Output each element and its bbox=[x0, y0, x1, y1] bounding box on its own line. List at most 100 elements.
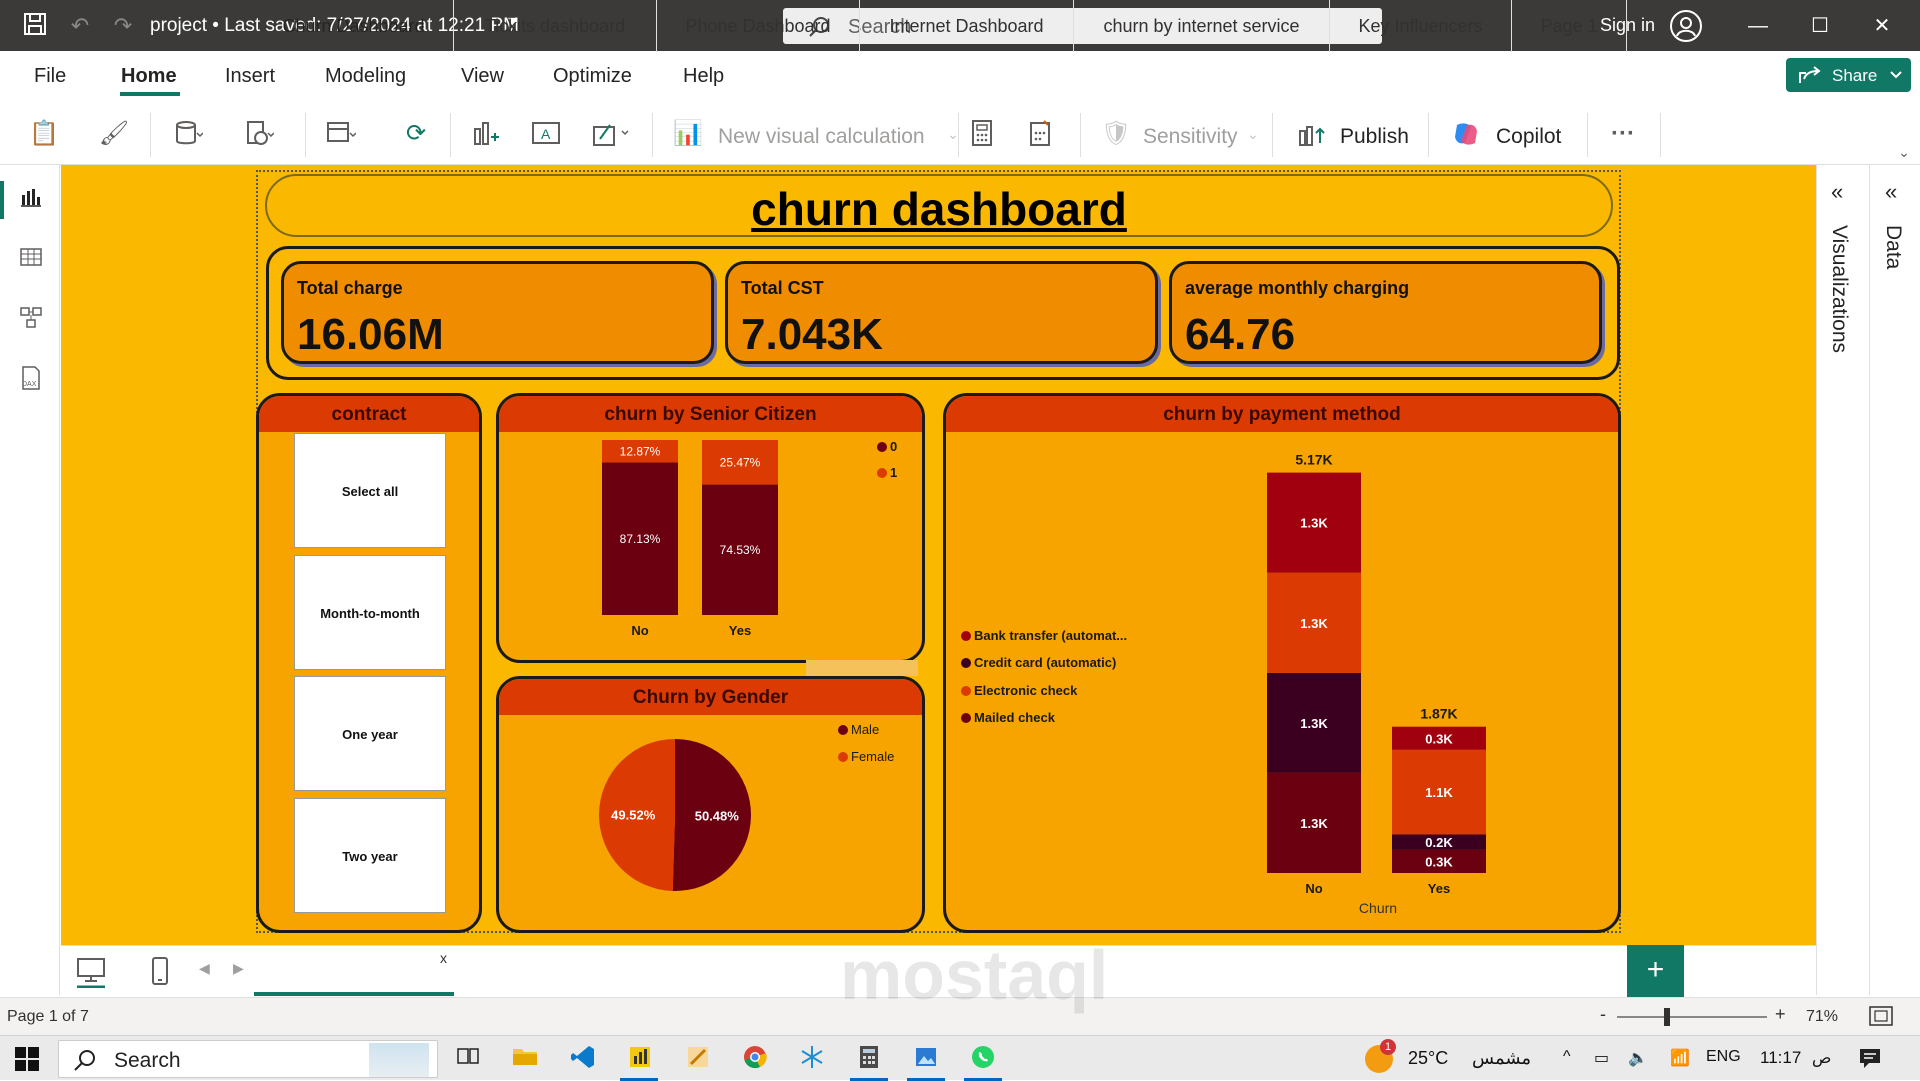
menu-file[interactable]: File bbox=[34, 65, 66, 88]
avatar-icon[interactable] bbox=[1670, 10, 1702, 42]
menu-help[interactable]: Help bbox=[683, 65, 724, 88]
publish-icon[interactable] bbox=[1295, 119, 1327, 149]
legend-item[interactable]: Mailed check bbox=[961, 710, 1055, 725]
copilot-button[interactable]: Copilot bbox=[1496, 125, 1561, 149]
app-icon[interactable] bbox=[683, 1044, 713, 1074]
menu-home[interactable]: Home bbox=[121, 65, 177, 88]
more-visuals-icon[interactable] bbox=[592, 119, 629, 149]
calculator-icon[interactable] bbox=[854, 1044, 884, 1074]
zoom-slider-track[interactable] bbox=[1617, 1016, 1767, 1018]
notifications-icon[interactable] bbox=[1858, 1047, 1882, 1074]
legend-item[interactable]: Male bbox=[838, 722, 879, 737]
close-tab-icon[interactable]: x bbox=[440, 950, 447, 966]
tab-phone-dashboard[interactable]: Phone Dashboard bbox=[657, 0, 860, 52]
data-pane-label[interactable]: Data bbox=[1881, 225, 1905, 269]
get-data-icon[interactable] bbox=[172, 119, 204, 149]
more-options-icon[interactable]: ··· bbox=[1607, 119, 1639, 149]
new-measure-icon[interactable] bbox=[966, 119, 998, 149]
wifi-icon[interactable]: 📶 bbox=[1670, 1048, 1690, 1068]
table-view-icon[interactable] bbox=[18, 245, 44, 271]
vscode-icon[interactable] bbox=[568, 1044, 598, 1074]
taskbar-search[interactable]: Search bbox=[58, 1040, 438, 1078]
model-view-icon[interactable] bbox=[18, 305, 44, 331]
ribbon-separator bbox=[1272, 113, 1273, 157]
tab-page-1[interactable]: Page 1 bbox=[1512, 0, 1627, 52]
language-indicator[interactable]: ENG bbox=[1706, 1048, 1741, 1066]
publish-button[interactable]: Publish bbox=[1340, 125, 1409, 149]
kpi-average-monthly-charging[interactable]: average monthly charging 64.76 bbox=[1169, 261, 1602, 364]
zoom-out-icon[interactable]: - bbox=[1600, 1004, 1606, 1025]
copilot-icon[interactable] bbox=[1450, 119, 1482, 149]
snowflake-app-icon[interactable] bbox=[797, 1044, 827, 1074]
gender-pie-chart[interactable]: 50.48% 49.52% bbox=[595, 735, 755, 895]
legend-item[interactable]: Electronic check bbox=[961, 683, 1077, 698]
maximize-icon[interactable]: ☐ bbox=[1800, 12, 1840, 40]
clock-time[interactable]: 11:17 bbox=[1760, 1048, 1801, 1068]
new-visual-icon[interactable] bbox=[470, 119, 502, 149]
slicer-item-select-all[interactable]: Select all bbox=[294, 433, 446, 548]
collapse-visualizations-icon[interactable]: « bbox=[1831, 179, 1843, 205]
display-icon[interactable]: ▭ bbox=[1594, 1048, 1609, 1068]
task-view-icon[interactable] bbox=[453, 1044, 483, 1074]
recent-sources-icon[interactable] bbox=[243, 119, 275, 149]
zoom-slider-thumb[interactable] bbox=[1664, 1008, 1670, 1026]
new-visual-calculation-label: New visual calculation bbox=[718, 125, 925, 148]
legend-label: Bank transfer (automat... bbox=[974, 628, 1128, 643]
show-hidden-icons-icon[interactable]: ^ bbox=[1563, 1048, 1571, 1066]
tab-churn-by-internet-service[interactable]: churn by internet service bbox=[1074, 0, 1330, 52]
quick-measure-icon[interactable] bbox=[1024, 119, 1056, 149]
text-box-icon[interactable]: A bbox=[530, 119, 562, 149]
legend-item[interactable]: Bank transfer (automat... bbox=[961, 628, 1127, 643]
dax-query-view-icon[interactable]: DAX bbox=[18, 365, 44, 391]
chrome-icon[interactable] bbox=[740, 1044, 770, 1074]
format-painter-icon[interactable]: 🖌 bbox=[98, 119, 130, 149]
report-view-icon[interactable] bbox=[18, 185, 44, 211]
redo-icon[interactable]: ↷ bbox=[108, 11, 138, 41]
refresh-icon[interactable]: ⟳ bbox=[400, 119, 432, 149]
tab-tickits-dashboard[interactable]: Tickits dashboard bbox=[454, 0, 657, 52]
zoom-in-icon[interactable]: + bbox=[1775, 1004, 1786, 1025]
mobile-layout-icon[interactable] bbox=[150, 956, 170, 991]
legend-item[interactable]: Credit card (automatic) bbox=[961, 655, 1116, 670]
legend-item[interactable]: 0 bbox=[877, 439, 897, 454]
collapse-ribbon-icon[interactable]: ⌄ bbox=[1888, 137, 1920, 167]
power-bi-icon[interactable] bbox=[625, 1044, 655, 1074]
tab-internet-dashboard[interactable]: Internet Dashboard bbox=[860, 0, 1074, 52]
share-button[interactable]: Share bbox=[1786, 58, 1911, 92]
kpi-total-charge[interactable]: Total charge 16.06M bbox=[281, 261, 714, 364]
visualizations-pane-label[interactable]: Visualizations bbox=[1827, 225, 1851, 353]
data-label: 0.3K bbox=[1425, 854, 1453, 869]
menu-insert[interactable]: Insert bbox=[225, 65, 275, 88]
windows-start-icon[interactable] bbox=[15, 1047, 39, 1076]
menu-modeling[interactable]: Modeling bbox=[325, 65, 406, 88]
undo-icon[interactable]: ↶ bbox=[65, 11, 95, 41]
legend-swatch bbox=[961, 713, 971, 723]
close-window-icon[interactable]: ✕ bbox=[1862, 12, 1902, 40]
scroll-tabs-left-icon[interactable]: ◀ bbox=[199, 960, 210, 977]
photos-icon[interactable] bbox=[911, 1044, 941, 1074]
kpi-total-cst[interactable]: Total CST 7.043K bbox=[725, 261, 1158, 364]
volume-icon[interactable]: 🔈 bbox=[1628, 1048, 1648, 1068]
slicer-item-one-year[interactable]: One year bbox=[294, 676, 446, 791]
add-page-button[interactable]: + bbox=[1627, 945, 1684, 997]
menu-optimize[interactable]: Optimize bbox=[553, 65, 632, 88]
slicer-item-two-year[interactable]: Two year bbox=[294, 798, 446, 913]
save-icon[interactable] bbox=[20, 11, 50, 41]
legend-item[interactable]: 1 bbox=[877, 465, 897, 480]
paste-icon[interactable]: 📋 bbox=[28, 119, 60, 149]
whatsapp-icon[interactable] bbox=[968, 1044, 998, 1074]
payment-method-bar-chart[interactable]: 1.3K 1.3K 1.3K 1.3K 5.17K No 0.3K 0.2K 1.1K 0.3K 1… bbox=[1240, 445, 1520, 915]
transform-data-icon[interactable] bbox=[325, 119, 357, 149]
tab-key-influencers[interactable]: Key Influencers bbox=[1330, 0, 1512, 52]
tab-churn-dashboard[interactable]: Churn Dashboard bbox=[254, 0, 454, 52]
scroll-tabs-right-icon[interactable]: ▶ bbox=[233, 960, 244, 977]
slicer-item-month-to-month[interactable]: Month-to-month bbox=[294, 555, 446, 670]
fit-to-page-icon[interactable] bbox=[1869, 1006, 1893, 1031]
minimize-icon[interactable]: — bbox=[1738, 12, 1778, 40]
menu-view[interactable]: View bbox=[461, 65, 504, 88]
desktop-layout-icon[interactable] bbox=[75, 954, 107, 993]
collapse-data-icon[interactable]: « bbox=[1885, 179, 1897, 205]
senior-citizen-bar-chart[interactable]: 87.13% 12.87% No 74.53% 25.47% Yes bbox=[560, 440, 820, 645]
file-explorer-icon[interactable] bbox=[510, 1044, 540, 1074]
legend-item[interactable]: Female bbox=[838, 749, 894, 764]
